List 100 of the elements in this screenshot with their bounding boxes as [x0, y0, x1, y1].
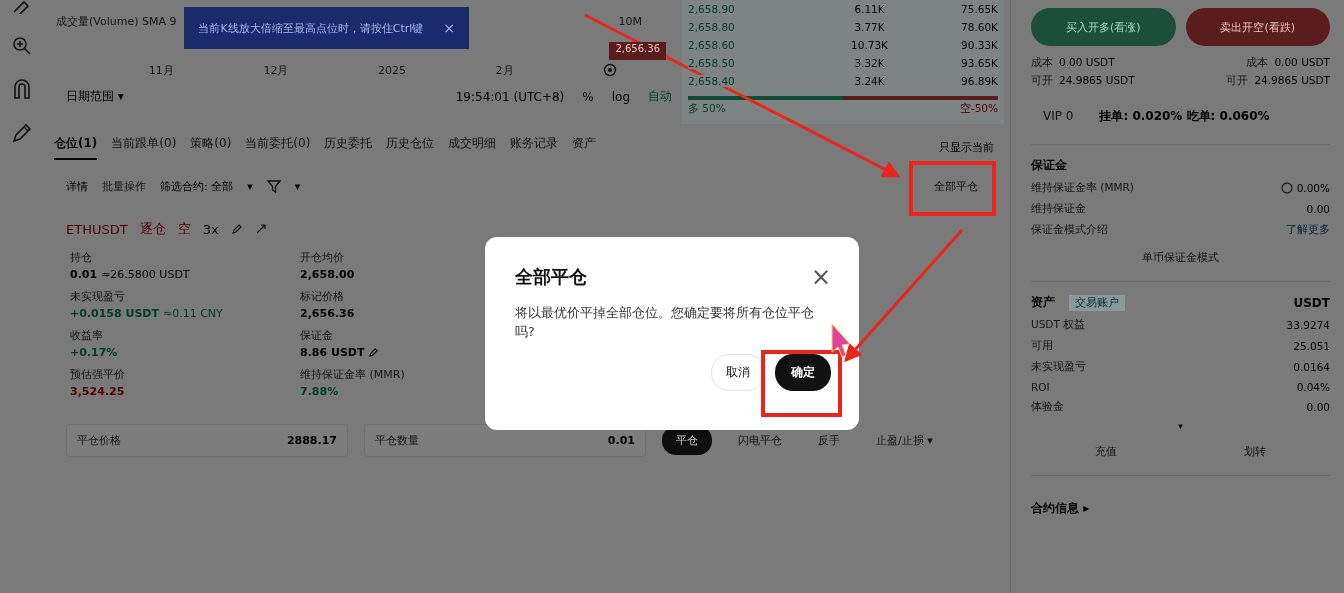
section-title: 保证金	[1031, 157, 1068, 174]
asset-value: 25.051	[1293, 340, 1330, 352]
pencil-icon[interactable]	[368, 347, 380, 358]
field-value: 7.88%	[300, 385, 339, 398]
tab[interactable]: 历史仓位	[386, 134, 435, 160]
asset-label: 可用	[1031, 339, 1053, 353]
caret-icon[interactable]: ▾	[247, 179, 253, 193]
tab[interactable]: 资产	[572, 134, 597, 160]
buy-long-button[interactable]: 买入开多(看涨)	[1031, 8, 1176, 46]
asset-label: 体验金	[1031, 400, 1064, 414]
field-label: 维持保证金率 (MMR)	[300, 367, 405, 382]
asset-label: 未实现盈亏	[1031, 360, 1086, 374]
bid-total: 75.65K	[961, 3, 998, 15]
close-all-button[interactable]: 全部平仓	[918, 170, 994, 202]
close-button[interactable]: ×	[443, 20, 455, 36]
sell-short-button[interactable]: 卖出开空(看跌)	[1185, 8, 1330, 46]
bid-amount: 6.11K	[854, 3, 885, 15]
field-label: 保证金	[300, 328, 333, 343]
field-value: 0.01	[70, 268, 98, 281]
margin-label: 维持保证金	[1031, 202, 1086, 216]
margin-value: 0.00	[1306, 203, 1330, 215]
close-quantity-field[interactable]: 平仓数量 0.01	[364, 424, 646, 457]
arrows-icon[interactable]	[254, 223, 267, 235]
field-note: ≈0.11 CNY	[163, 307, 223, 320]
contract-info-link[interactable]: 合约信息 ▸	[1031, 500, 1330, 517]
log-toggle[interactable]: log	[611, 89, 630, 104]
date-range-dropdown[interactable]: 日期范围 ▾	[66, 88, 124, 105]
close-price-field[interactable]: 平仓价格 2888.17	[66, 424, 348, 457]
margin-mode-button[interactable]: 单币保证金模式	[1130, 244, 1231, 271]
field-value: +0.0158 USDT	[70, 307, 159, 320]
fee-rates: 挂单: 0.020% 吃单: 0.060%	[1099, 107, 1270, 125]
gauge-icon	[1280, 182, 1293, 194]
margin-label: 维持保证金率 (MMR)	[1031, 181, 1134, 195]
info-value: 0.00 USDT	[1059, 56, 1115, 70]
currency-text: USDT	[1293, 295, 1330, 310]
tab[interactable]: 当前跟单(0)	[111, 134, 177, 160]
dialog-message: 将以最优价平掉全部仓位。您确定要将所有仓位平仓吗?	[515, 304, 815, 342]
leverage-text: 3x	[202, 221, 219, 237]
batch-link[interactable]: 批量操作	[102, 178, 146, 194]
bid-amount: 10.73K	[851, 39, 888, 51]
zoom-icon[interactable]	[12, 36, 32, 56]
axis-label: 10M	[618, 14, 642, 28]
tab[interactable]: 仓位(1)	[54, 134, 98, 160]
close-button[interactable]: ×	[810, 265, 831, 289]
axis-label: 2月	[495, 62, 514, 78]
tab[interactable]: 当前委托(0)	[245, 134, 311, 160]
section-title: 资产	[1031, 294, 1055, 311]
pencil-icon[interactable]	[11, 122, 33, 144]
details-link[interactable]: 详情	[66, 178, 88, 194]
flash-close-button[interactable]: 闪电平仓	[728, 427, 792, 454]
field-label: 标记价格	[300, 289, 344, 304]
field-note: ≈26.5800 USDT	[101, 268, 190, 281]
axis-label: 11月	[148, 62, 174, 78]
field-label: 未实现盈亏	[70, 289, 125, 304]
bid-total: 78.60K	[961, 21, 998, 33]
learn-more-link[interactable]: 了解更多	[1286, 223, 1330, 237]
asset-label: ROI	[1031, 381, 1050, 393]
bid-total: 90.33K	[961, 39, 998, 51]
confirm-button[interactable]: 确定	[775, 353, 831, 391]
caret-icon[interactable]: ▾	[294, 179, 301, 193]
contract-filter[interactable]: 筛选合约: 全部	[160, 178, 234, 194]
bid-total: 93.65K	[961, 57, 998, 69]
field-value: +0.17%	[70, 346, 118, 359]
sell-ratio-label: 空-50%	[959, 102, 998, 116]
vip-label: VIP 0	[1042, 109, 1074, 123]
info-value: 24.9865 USDT	[1254, 74, 1330, 88]
tab[interactable]: 成交明细	[448, 134, 497, 160]
tab[interactable]: 策略(0)	[190, 134, 232, 160]
magnet-icon[interactable]	[12, 78, 32, 100]
asset-value: 0.00	[1306, 401, 1330, 413]
pencil-icon[interactable]	[230, 223, 243, 235]
info-label: 成本	[1031, 56, 1053, 70]
tp-sl-dropdown[interactable]: 止盈/止损 ▾	[866, 427, 943, 454]
axis-label: 2025	[378, 63, 406, 77]
asset-value: 0.0164	[1293, 361, 1330, 373]
transfer-button[interactable]: 划转	[1234, 438, 1277, 465]
bid-total: 96.89K	[961, 75, 998, 87]
filter-icon[interactable]	[266, 179, 281, 193]
auto-toggle[interactable]: 自动	[648, 88, 672, 105]
symbol-text: ETHUSDT	[66, 221, 128, 237]
field-value: 2,656.36	[300, 307, 355, 320]
tab[interactable]: 历史委托	[324, 134, 373, 160]
show-current-toggle[interactable]: 只显示当前	[939, 139, 994, 155]
cursor-icon	[831, 323, 851, 358]
asset-value: 33.9274	[1286, 319, 1330, 331]
margin-value: 0.00%	[1296, 182, 1330, 194]
ruler-icon[interactable]	[12, 0, 32, 14]
dialog-title: 全部平仓	[515, 265, 587, 289]
expand-caret-icon[interactable]: ▾	[1178, 421, 1183, 431]
field-label: 预估强平价	[70, 367, 125, 382]
field-value: 2,658.00	[300, 268, 355, 281]
bid-amount: 3.32K	[854, 57, 885, 69]
field-value: 3,524.25	[70, 385, 125, 398]
margin-label: 保证金模式介绍	[1031, 223, 1108, 237]
percent-toggle[interactable]: %	[582, 89, 594, 104]
reverse-button[interactable]: 反手	[808, 427, 850, 454]
tab[interactable]: 账务记录	[510, 134, 559, 160]
side-tag: 空	[177, 220, 191, 238]
settings-icon[interactable]	[603, 63, 618, 77]
deposit-button[interactable]: 充值	[1084, 438, 1127, 465]
